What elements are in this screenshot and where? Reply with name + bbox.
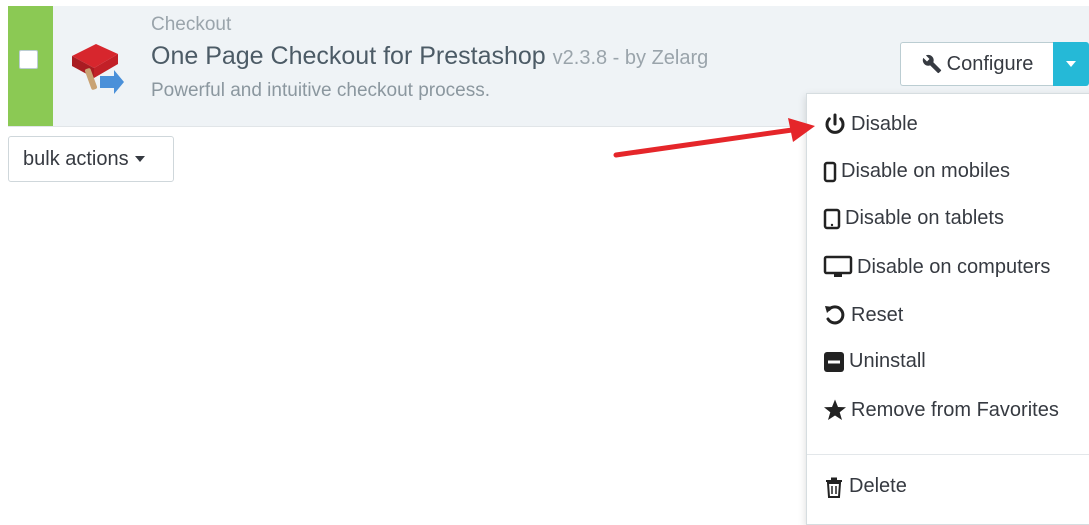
menu-item-label: Disable on mobiles [841,160,1010,182]
menu-item-disable-tablets[interactable]: Disable on tablets [823,207,1004,230]
desktop-icon [823,255,853,277]
menu-item-disable-mobiles[interactable]: Disable on mobiles [823,160,1010,183]
wrench-icon [922,54,941,74]
menu-item-label: Disable on computers [857,255,1051,278]
minus-square-icon [824,351,844,372]
mobile-icon [823,161,837,182]
menu-item-remove-favorites[interactable]: Remove from Favorites [823,398,1059,422]
module-version: v2.3.8 - by Zelarg [552,47,709,69]
module-logo-icon [72,44,124,94]
bulk-actions-button[interactable]: bulk actions [8,136,174,182]
module-select-checkbox[interactable] [19,50,38,69]
menu-item-label: Delete [849,475,907,497]
module-description: Powerful and intuitive checkout process. [151,80,491,101]
module-category: Checkout [151,14,232,35]
menu-item-disable[interactable]: Disable [823,112,918,136]
configure-button[interactable]: Configure [900,42,1053,86]
actions-dropdown-toggle[interactable] [1053,42,1089,86]
bulk-actions-label: bulk actions [23,147,129,170]
menu-item-uninstall[interactable]: Uninstall [823,350,926,373]
menu-item-label: Disable [851,112,918,135]
menu-item-label: Reset [851,303,904,326]
menu-item-reset[interactable]: Reset [823,303,903,327]
chevron-down-icon [1066,61,1076,67]
module-status-bar [8,6,53,126]
tablet-icon [823,208,841,229]
module-title: One Page Checkout for Prestashop v2.3.8 … [151,42,708,71]
menu-item-label: Uninstall [849,350,926,372]
menu-divider [807,454,1089,455]
actions-dropdown-menu: Disable Disable on mobiles Disable on ta… [806,93,1089,525]
menu-item-label: Remove from Favorites [851,398,1059,421]
configure-label: Configure [946,52,1034,75]
menu-item-delete[interactable]: Delete [823,475,907,498]
trash-icon [826,477,842,498]
star-icon [824,399,846,420]
power-icon [825,113,845,134]
module-name: One Page Checkout for Prestashop [151,42,546,70]
chevron-down-icon [134,156,145,162]
menu-item-label: Disable on tablets [845,207,1004,229]
reset-icon [825,305,845,325]
menu-item-disable-computers[interactable]: Disable on computers [823,255,1050,279]
